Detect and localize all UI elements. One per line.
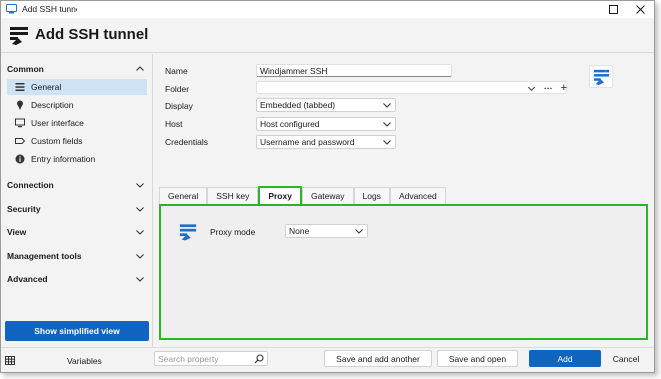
tab-bar: General SSH key Proxy Gateway Logs Advan…: [159, 186, 446, 204]
variables-button[interactable]: Variables: [1, 348, 153, 372]
sidebar-section-management-tools[interactable]: Management tools: [7, 249, 145, 263]
proxy-mode-select[interactable]: None: [285, 224, 368, 238]
sidebar-item-user-interface[interactable]: User interface: [7, 115, 147, 131]
page-title: Add SSH tunnel: [35, 26, 149, 43]
tab-proxy[interactable]: Proxy: [258, 186, 302, 204]
sidebar-section-security[interactable]: Security: [7, 202, 145, 216]
search-icon: [254, 353, 264, 363]
variables-label: Variables: [67, 356, 102, 366]
chevron-down-icon: [136, 183, 144, 188]
window-title: Add SSH tunnel: [22, 4, 83, 14]
chevron-down-icon: [136, 277, 144, 282]
chevron-up-icon: [136, 66, 144, 71]
close-button[interactable]: [633, 3, 647, 16]
sidebar: Common General Description User interfac…: [1, 54, 153, 347]
chevron-down-icon: [383, 103, 391, 108]
folder-input[interactable]: [256, 81, 567, 94]
sidebar-item-label: Description: [31, 100, 74, 110]
chevron-down-icon: [136, 207, 144, 212]
section-label: Management tools: [7, 251, 82, 261]
sidebar-item-label: General: [31, 82, 62, 92]
host-label: Host: [165, 119, 183, 129]
pin-icon: [15, 100, 25, 110]
host-value: Host configured: [260, 119, 320, 129]
name-input[interactable]: Windjammer SSH: [256, 64, 452, 77]
credentials-select[interactable]: Username and password: [256, 135, 396, 149]
tab-ssh-key[interactable]: SSH key: [207, 187, 259, 204]
section-label: Common: [7, 64, 44, 74]
section-label: View: [7, 227, 27, 237]
chevron-down-icon: [136, 230, 144, 235]
title-redaction: [77, 4, 95, 13]
tag-icon: [15, 136, 25, 146]
folder-add-button[interactable]: +: [561, 82, 567, 94]
cancel-button[interactable]: Cancel: [607, 350, 645, 367]
tab-advanced[interactable]: Advanced: [389, 187, 446, 204]
maximize-icon: [608, 5, 618, 14]
tab-gateway[interactable]: Gateway: [301, 187, 354, 204]
app-window-icon: [6, 4, 17, 14]
grid-icon: [5, 356, 15, 365]
add-button[interactable]: Add: [529, 350, 601, 367]
section-label: Connection: [7, 180, 54, 190]
show-simplified-view-button[interactable]: Show simplified view: [5, 321, 149, 341]
chevron-down-icon[interactable]: [527, 84, 536, 93]
credentials-value: Username and password: [260, 137, 355, 147]
section-label: Security: [7, 204, 41, 214]
sidebar-section-common[interactable]: Common: [7, 62, 145, 76]
name-label: Name: [165, 66, 188, 76]
chevron-down-icon: [383, 122, 391, 127]
ssh-tunnel-icon: [593, 69, 609, 85]
chevron-down-icon: [136, 254, 144, 259]
proxy-tab-panel: Proxy mode None: [159, 204, 648, 340]
sidebar-section-advanced[interactable]: Advanced: [7, 272, 145, 286]
list-icon: [15, 82, 25, 92]
title-bar: Add SSH tunnel: [1, 1, 654, 18]
monitor-icon: [15, 118, 25, 128]
info-icon: [15, 154, 25, 164]
proxy-mode-value: None: [289, 226, 310, 236]
sidebar-item-label: Custom fields: [31, 136, 83, 146]
credentials-label: Credentials: [165, 137, 208, 147]
folder-browse-button[interactable]: ···: [544, 83, 553, 93]
sidebar-item-entry-information[interactable]: Entry information: [7, 151, 147, 167]
folder-label: Folder: [165, 84, 190, 94]
dialog-window: Add SSH tunnel Add SSH tunnel Common Gen…: [0, 0, 655, 373]
tab-logs[interactable]: Logs: [353, 187, 390, 204]
save-and-add-another-button[interactable]: Save and add another: [324, 350, 432, 367]
sidebar-section-connection[interactable]: Connection: [7, 178, 145, 192]
dialog-footer: Variables Search property Save and add a…: [1, 347, 654, 372]
sidebar-item-custom-fields[interactable]: Custom fields: [7, 133, 147, 149]
ssh-tunnel-icon: [179, 224, 197, 241]
host-select[interactable]: Host configured: [256, 117, 396, 131]
dialog-header: Add SSH tunnel: [1, 18, 654, 53]
close-icon: [635, 5, 645, 14]
proxy-mode-label: Proxy mode: [210, 227, 256, 237]
maximize-button[interactable]: [606, 3, 620, 16]
search-placeholder: Search property: [158, 353, 219, 364]
chevron-down-icon: [383, 140, 391, 145]
search-property-input[interactable]: Search property: [154, 351, 268, 366]
sidebar-item-description[interactable]: Description: [7, 97, 147, 113]
section-label: Advanced: [7, 274, 48, 284]
save-and-open-button[interactable]: Save and open: [437, 350, 518, 367]
display-value: Embedded (tabbed): [260, 100, 336, 110]
sidebar-item-label: User interface: [31, 118, 84, 128]
chevron-down-icon: [355, 229, 363, 234]
folder-tools: ··· +: [527, 82, 567, 94]
display-label: Display: [165, 101, 193, 111]
display-select[interactable]: Embedded (tabbed): [256, 98, 396, 112]
sidebar-section-view[interactable]: View: [7, 225, 145, 239]
tab-general[interactable]: General: [159, 187, 208, 204]
sidebar-item-label: Entry information: [31, 154, 96, 164]
entry-icon-button[interactable]: [589, 65, 613, 88]
ssh-tunnel-icon: [10, 27, 28, 45]
sidebar-item-general[interactable]: General: [7, 79, 147, 95]
